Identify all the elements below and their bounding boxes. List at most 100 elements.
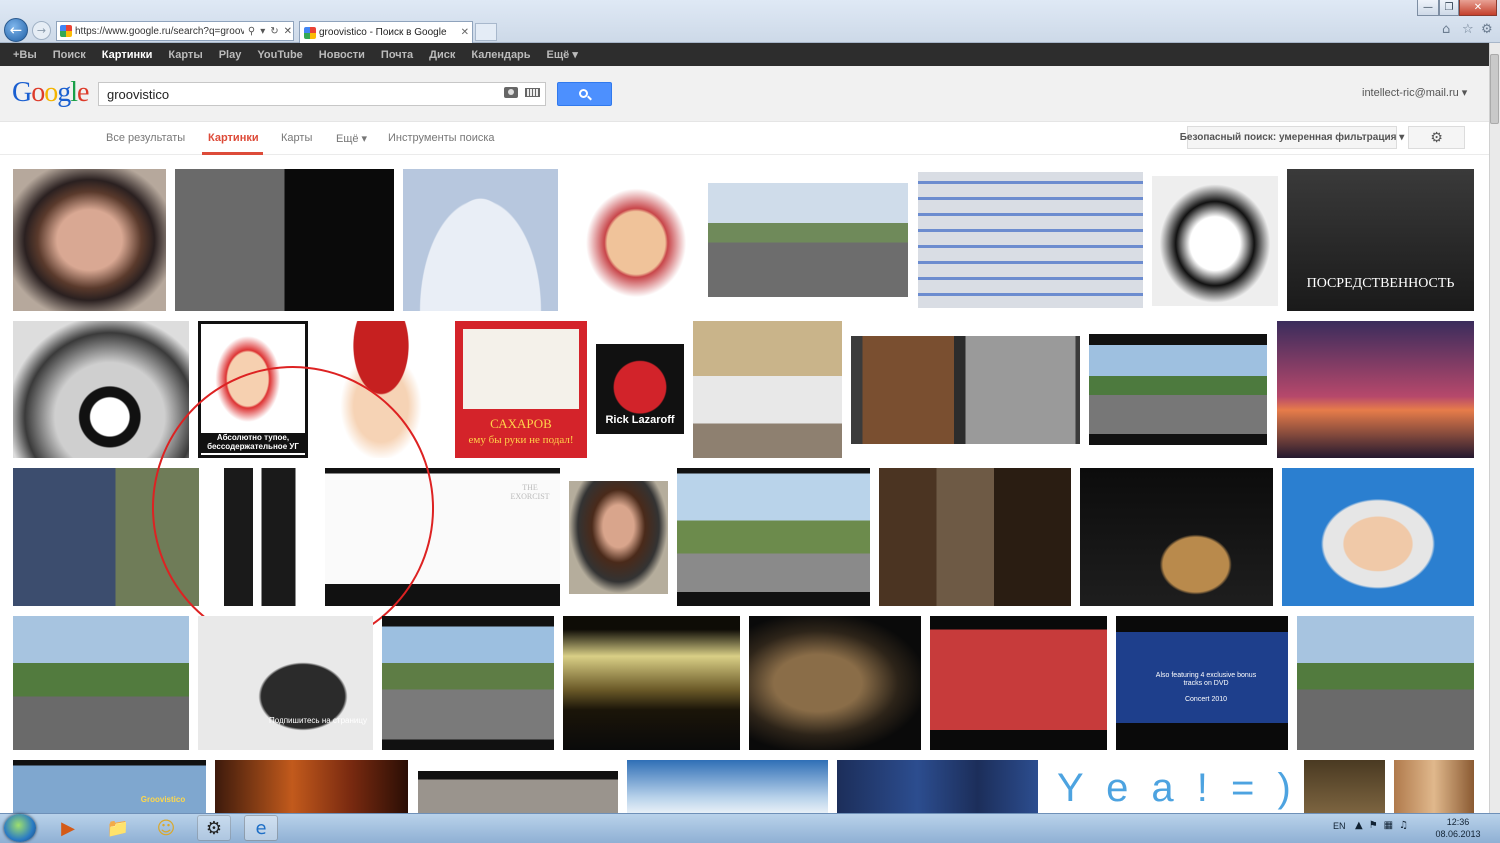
magnifier-icon — [579, 88, 588, 98]
tab-more[interactable]: Ещё ▾ — [336, 132, 367, 145]
people-icon[interactable]: ☺ — [149, 815, 183, 841]
tab-maps[interactable]: Карты — [281, 132, 312, 144]
image-result[interactable] — [382, 616, 554, 750]
image-result[interactable] — [13, 169, 166, 311]
image-result[interactable] — [13, 321, 189, 458]
gbar-play[interactable]: Play — [219, 49, 242, 61]
search-button[interactable] — [557, 82, 612, 106]
file-explorer-icon[interactable]: 📁 — [101, 815, 135, 841]
image-result[interactable] — [918, 172, 1143, 308]
internet-explorer-icon[interactable]: e — [244, 815, 278, 841]
safesearch-dropdown[interactable]: Безопасный поиск: умеренная фильтрация ▾ — [1180, 126, 1404, 149]
image-result[interactable]: Y e a ! = ) — [1047, 766, 1295, 813]
camera-icon[interactable] — [504, 87, 518, 98]
steam-icon[interactable]: ⚙ — [197, 815, 231, 841]
image-result[interactable] — [568, 169, 699, 311]
gbar-mail[interactable]: Почта — [381, 49, 413, 61]
image-result[interactable] — [1080, 468, 1273, 606]
image-result[interactable] — [1282, 468, 1474, 606]
tab-close-icon[interactable]: ✕ — [461, 27, 472, 38]
tools-gear-icon[interactable]: ⚙ — [1481, 22, 1493, 37]
gbar-search[interactable]: Поиск — [53, 49, 86, 61]
image-result[interactable] — [1304, 760, 1385, 813]
gbar-more[interactable]: Ещё ▾ — [547, 48, 578, 61]
gbar-drive[interactable]: Диск — [429, 49, 455, 61]
image-result[interactable] — [403, 169, 558, 311]
address-bar[interactable]: https://www.google.ru/search?q=groovi ⚲ … — [56, 21, 294, 41]
image-result[interactable]: Groovistico — [13, 760, 206, 813]
account-menu[interactable]: intellect-ric@mail.ru ▾ — [1362, 86, 1467, 99]
image-result[interactable] — [1089, 334, 1267, 445]
forward-button[interactable]: → — [32, 21, 51, 40]
page-scrollbar[interactable] — [1489, 43, 1500, 813]
image-result[interactable] — [749, 616, 921, 750]
search-tools-button[interactable]: Инструменты поиска — [388, 132, 495, 144]
image-result[interactable] — [13, 616, 189, 750]
image-result[interactable] — [1297, 616, 1474, 750]
gbar-news[interactable]: Новости — [319, 49, 365, 61]
image-result[interactable]: Подпишитесь на страницу — [198, 616, 373, 750]
image-result[interactable] — [569, 481, 668, 594]
minimize-button[interactable]: — — [1417, 0, 1439, 16]
tray-icons[interactable]: ▲⚑▦♫ — [1355, 820, 1414, 831]
image-result[interactable]: Rick Lazaroff — [596, 344, 684, 434]
google-logo[interactable]: Google — [12, 78, 89, 108]
dropdown-icon[interactable]: ▾ — [259, 26, 266, 37]
favorites-star-icon[interactable]: ☆ — [1462, 22, 1474, 37]
keyboard-icon[interactable] — [525, 88, 540, 97]
image-result[interactable] — [1394, 760, 1474, 813]
image-result[interactable]: Абсолютно тупое, бессодержательное УГ — [198, 321, 308, 458]
thumb-caption: САХАРОВ — [490, 416, 552, 431]
image-result[interactable] — [418, 771, 618, 813]
gbar-calendar[interactable]: Календарь — [471, 49, 530, 61]
image-result[interactable] — [1277, 321, 1474, 458]
image-result[interactable] — [215, 760, 408, 813]
media-player-icon[interactable]: ▶ — [51, 815, 85, 841]
tab-images[interactable]: Картинки — [208, 132, 259, 144]
new-tab-button[interactable] — [475, 23, 497, 41]
image-result[interactable] — [317, 321, 445, 458]
image-result[interactable]: САХАРОВ ему бы руки не подал! — [455, 321, 587, 458]
tab-all-results[interactable]: Все результаты — [106, 132, 185, 144]
image-result[interactable] — [563, 616, 740, 750]
image-result[interactable] — [879, 468, 1071, 606]
image-result[interactable] — [837, 760, 1038, 813]
image-result[interactable] — [13, 468, 199, 606]
image-result[interactable] — [708, 183, 908, 297]
back-button[interactable]: ← — [4, 18, 28, 42]
system-clock[interactable]: 12:36 08.06.2013 — [1430, 816, 1486, 840]
home-icon[interactable]: ⌂ — [1442, 22, 1450, 37]
address-url[interactable]: https://www.google.ru/search?q=groovi — [75, 26, 244, 37]
search-box[interactable] — [98, 82, 546, 106]
thumb-caption: Groovistico — [140, 795, 186, 804]
refresh-icon[interactable]: ↻ — [269, 26, 279, 37]
thumb-caption: Подпишитесь на страницу — [269, 716, 367, 726]
gbar-youtube[interactable]: YouTube — [257, 49, 302, 61]
image-result[interactable] — [627, 760, 828, 813]
image-result[interactable] — [677, 468, 870, 606]
search-icon[interactable]: ⚲ — [247, 26, 256, 37]
gbar-maps[interactable]: Карты — [168, 49, 202, 61]
window-close-button[interactable]: ✕ — [1459, 0, 1497, 16]
close-icon[interactable]: ✕ — [283, 26, 293, 37]
image-result[interactable] — [1152, 176, 1278, 306]
start-button[interactable] — [4, 814, 36, 842]
gbar-images[interactable]: Картинки — [102, 49, 153, 61]
image-result[interactable]: THE EXORCIST — [325, 468, 560, 606]
language-indicator[interactable]: EN — [1333, 821, 1346, 831]
image-result[interactable] — [930, 616, 1107, 750]
image-result[interactable] — [175, 169, 394, 311]
image-result[interactable]: ПОСРЕДСТВЕННОСТЬ — [1287, 169, 1474, 311]
image-result[interactable] — [693, 321, 842, 458]
search-input[interactable] — [107, 86, 497, 102]
scrollbar-thumb[interactable] — [1490, 54, 1499, 124]
settings-gear-icon[interactable]: ⚙ — [1408, 126, 1465, 149]
gbar-plus-you[interactable]: +Вы — [13, 49, 37, 61]
browser-tab[interactable]: groovistico - Поиск в Google ✕ — [299, 21, 473, 43]
thumb-caption: Also featuring 4 exclusive bonus tracks … — [1155, 672, 1257, 687]
google-favicon-icon — [304, 26, 316, 39]
maximize-button[interactable]: ❐ — [1439, 0, 1459, 16]
image-result[interactable] — [208, 468, 315, 606]
image-result[interactable] — [851, 336, 1080, 444]
image-result[interactable]: Also featuring 4 exclusive bonus tracks … — [1116, 616, 1288, 750]
